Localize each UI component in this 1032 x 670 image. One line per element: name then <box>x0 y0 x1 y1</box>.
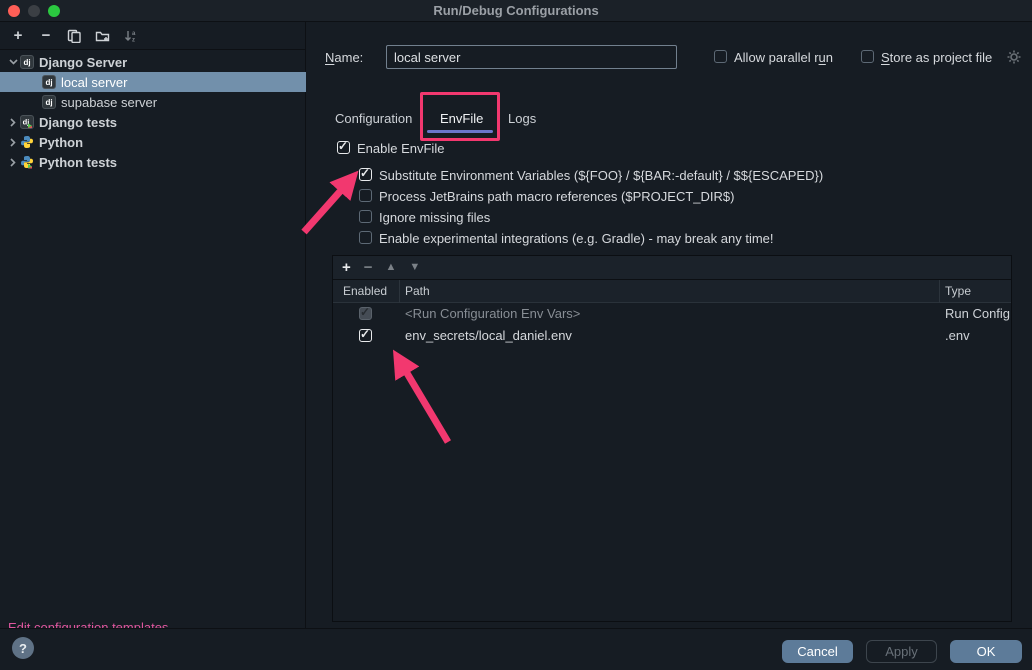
checkbox-label: Enable EnvFile <box>357 141 444 156</box>
column-header-enabled[interactable]: Enabled <box>343 284 387 298</box>
sort-configurations-icon[interactable]: az <box>122 28 138 44</box>
checkbox-box[interactable] <box>359 189 372 202</box>
tree-item-label: local server <box>61 75 127 90</box>
name-input[interactable] <box>386 45 677 69</box>
django-icon: dj <box>42 95 56 109</box>
svg-text:dj: dj <box>23 58 30 67</box>
move-up-icon[interactable]: ▲ <box>386 262 397 273</box>
checkbox-box[interactable] <box>714 50 727 63</box>
row-enabled-checkbox[interactable] <box>359 329 372 342</box>
title-bar: Run/Debug Configurations <box>0 0 1032 22</box>
tree-item-label: Django Server <box>39 55 127 70</box>
tree-item-supabase-server[interactable]: dj supabase server <box>0 92 306 112</box>
table-toolbar: + − ▲ ▼ <box>333 256 1011 280</box>
tab-envfile[interactable]: EnvFile <box>440 103 483 133</box>
remove-env-file-icon[interactable]: − <box>364 260 373 275</box>
svg-text:z: z <box>132 37 135 43</box>
row-type: Run Config <box>945 306 1010 321</box>
tree-item-python[interactable]: Python <box>0 132 306 152</box>
tree-item-label: supabase server <box>61 95 157 110</box>
gear-icon[interactable] <box>1006 49 1022 68</box>
checkbox-box[interactable] <box>359 168 372 181</box>
table-row-run-config-env-vars[interactable]: <Run Configuration Env Vars> Run Config <box>333 303 1011 325</box>
checkbox-box[interactable] <box>337 141 350 154</box>
name-label: Name: <box>325 50 363 65</box>
column-header-type[interactable]: Type <box>945 284 971 298</box>
enable-envfile-checkbox[interactable]: Enable EnvFile <box>337 141 444 156</box>
row-path: <Run Configuration Env Vars> <box>405 306 580 321</box>
row-type: .env <box>945 328 970 343</box>
process-path-macros-checkbox[interactable]: Process JetBrains path macro references … <box>359 189 734 204</box>
tree-item-label: Python <box>39 135 83 150</box>
checkbox-label: Substitute Environment Variables (${FOO}… <box>379 168 823 183</box>
tree-item-django-server[interactable]: dj Django Server <box>0 52 306 72</box>
checkbox-label: Allow parallel run <box>734 50 833 65</box>
copy-configuration-icon[interactable] <box>66 28 82 44</box>
tab-configuration[interactable]: Configuration <box>335 103 412 133</box>
svg-text:a: a <box>132 31 136 37</box>
add-configuration-icon[interactable]: + <box>10 28 26 44</box>
row-enabled-checkbox <box>359 307 372 320</box>
cancel-button[interactable]: Cancel <box>782 640 853 663</box>
substitute-env-vars-checkbox[interactable]: Substitute Environment Variables (${FOO}… <box>359 168 823 183</box>
help-button[interactable]: ? <box>12 637 34 659</box>
chevron-right-icon[interactable] <box>6 138 20 147</box>
new-folder-icon[interactable] <box>94 28 110 44</box>
close-window-button[interactable] <box>8 5 20 17</box>
table-row-local-daniel-env[interactable]: env_secrets/local_daniel.env .env <box>333 325 1011 347</box>
configurations-sidebar: + − az dj Django Server dj local server <box>0 22 306 628</box>
store-as-project-file-checkbox[interactable]: Store as project file <box>861 50 992 65</box>
column-header-path[interactable]: Path <box>405 284 430 298</box>
tree-item-label: Python tests <box>39 155 117 170</box>
tree-item-python-tests[interactable]: Python tests <box>0 152 306 172</box>
add-env-file-icon[interactable]: + <box>342 260 351 275</box>
python-icon <box>20 135 34 149</box>
checkbox-box[interactable] <box>359 210 372 223</box>
column-divider[interactable] <box>939 280 940 303</box>
svg-text:dj: dj <box>45 78 52 87</box>
tree-item-label: Django tests <box>39 115 117 130</box>
experimental-integrations-checkbox[interactable]: Enable experimental integrations (e.g. G… <box>359 231 774 246</box>
checkbox-box[interactable] <box>359 231 372 244</box>
django-icon: dj <box>42 75 56 89</box>
env-files-table: + − ▲ ▼ Enabled Path Type <Run Configura… <box>332 255 1012 622</box>
chevron-down-icon[interactable] <box>6 59 20 65</box>
tree-item-django-tests[interactable]: dj Django tests <box>0 112 306 132</box>
sidebar-toolbar: + − az <box>0 22 305 50</box>
active-tab-indicator <box>427 130 493 133</box>
ok-button[interactable]: OK <box>950 640 1022 663</box>
chevron-right-icon[interactable] <box>6 118 20 127</box>
zoom-window-button[interactable] <box>48 5 60 17</box>
allow-parallel-run-checkbox[interactable]: Allow parallel run <box>714 50 833 65</box>
checkbox-box[interactable] <box>861 50 874 63</box>
django-icon: dj <box>20 55 34 69</box>
table-header: Enabled Path Type <box>333 280 1011 303</box>
tab-logs[interactable]: Logs <box>508 103 536 133</box>
move-down-icon[interactable]: ▼ <box>409 262 420 273</box>
python-tests-icon <box>20 155 34 169</box>
checkbox-label: Store as project file <box>881 50 992 65</box>
column-divider[interactable] <box>399 280 400 303</box>
checkbox-label: Enable experimental integrations (e.g. G… <box>379 231 774 246</box>
checkbox-label: Ignore missing files <box>379 210 490 225</box>
minimize-window-button <box>28 5 40 17</box>
chevron-right-icon[interactable] <box>6 158 20 167</box>
apply-button: Apply <box>866 640 937 663</box>
dialog-title: Run/Debug Configurations <box>433 3 598 18</box>
run-debug-configurations-dialog: Run/Debug Configurations + − az dj Djang… <box>0 0 1032 670</box>
row-path: env_secrets/local_daniel.env <box>405 328 572 343</box>
checkbox-label: Process JetBrains path macro references … <box>379 189 734 204</box>
svg-text:dj: dj <box>45 98 52 107</box>
ignore-missing-files-checkbox[interactable]: Ignore missing files <box>359 210 490 225</box>
remove-configuration-icon[interactable]: − <box>38 28 54 44</box>
tree-item-local-server[interactable]: dj local server <box>0 72 306 92</box>
django-tests-icon: dj <box>20 115 34 129</box>
dialog-footer: ? Cancel Apply OK <box>0 628 1032 670</box>
